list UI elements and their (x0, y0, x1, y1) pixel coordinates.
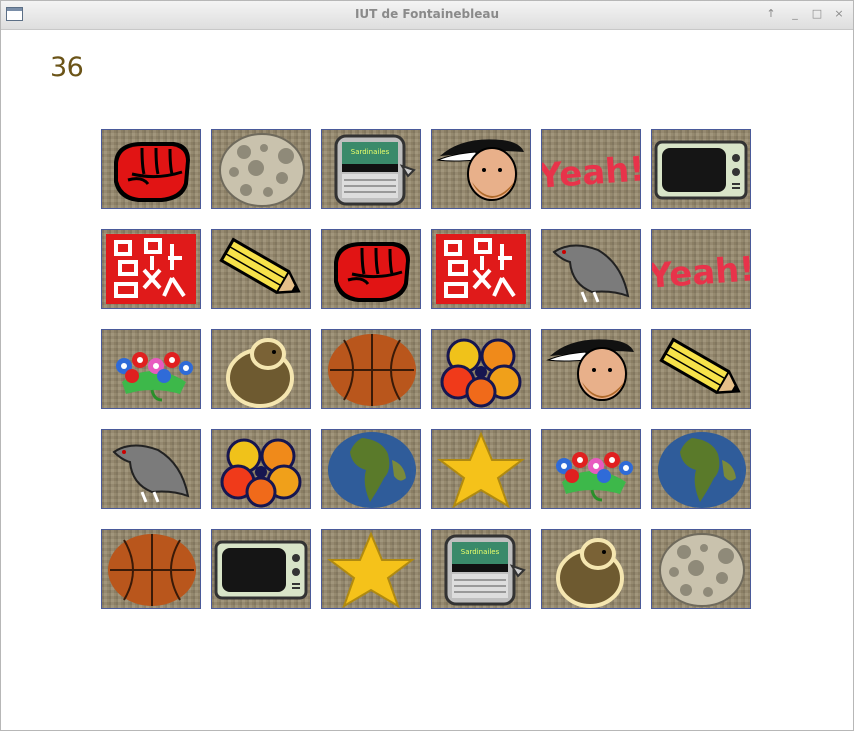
card-chinese-seal[interactable] (101, 229, 201, 309)
earth-icon (658, 432, 746, 508)
sardines-label: Sardinailes (351, 148, 390, 156)
score-counter: 36 (50, 52, 84, 83)
basketball-icon (108, 534, 196, 606)
card-pigeon[interactable] (541, 229, 641, 309)
card-basketball[interactable] (321, 329, 421, 409)
card-tv[interactable] (211, 529, 311, 609)
pencil-icon (219, 237, 301, 294)
card-tv[interactable] (651, 129, 751, 209)
basketball-icon (328, 334, 416, 406)
card-basketball[interactable] (101, 529, 201, 609)
marmot-icon (226, 338, 294, 408)
up-arrow-icon[interactable]: ↑ (763, 6, 779, 22)
flower-bunch-icon (116, 352, 193, 402)
fist-icon (334, 242, 410, 302)
yeah-label: Yeah! (652, 249, 750, 296)
chinese-seal-icon (106, 234, 196, 304)
sardines-icon: Sardinailes (444, 534, 526, 606)
card-king-henry[interactable] (541, 329, 641, 409)
card-flower[interactable] (431, 329, 531, 409)
card-flower[interactable] (211, 429, 311, 509)
sardines-label: Sardinailes (461, 548, 500, 556)
card-chinese-seal[interactable] (431, 229, 531, 309)
card-sardines[interactable]: Sardinailes (321, 129, 421, 209)
card-sardines[interactable]: Sardinailes (431, 529, 531, 609)
card-yeah[interactable]: Yeah! (651, 229, 751, 309)
pencil-icon (659, 337, 741, 394)
marmot-icon (556, 538, 624, 608)
moon-icon (219, 133, 305, 207)
sardines-icon: Sardinailes (334, 134, 416, 206)
close-icon[interactable]: × (831, 6, 847, 22)
fist-icon (114, 142, 190, 202)
earth-icon (328, 432, 416, 508)
maximize-icon[interactable]: □ (809, 6, 825, 22)
card-pencil[interactable] (651, 329, 751, 409)
card-flower-bunch[interactable] (541, 429, 641, 509)
pigeon-icon (112, 444, 190, 503)
card-moon[interactable] (211, 129, 311, 209)
card-earth[interactable] (651, 429, 751, 509)
app-window: IUT de Fontainebleau ↑ _ □ × 36 Sardinai… (0, 0, 854, 731)
yeah-icon: Yeah! (542, 149, 640, 196)
card-king-henry[interactable] (431, 129, 531, 209)
card-fist[interactable] (321, 229, 421, 309)
card-pencil[interactable] (211, 229, 311, 309)
card-fist[interactable] (101, 129, 201, 209)
flower-icon (440, 338, 522, 408)
tv-icon (214, 540, 308, 600)
card-moon[interactable] (651, 529, 751, 609)
card-flower-bunch[interactable] (101, 329, 201, 409)
yeah-icon: Yeah! (652, 249, 750, 296)
card-marmot[interactable] (541, 529, 641, 609)
king-henry-icon (436, 139, 524, 201)
star-icon (327, 531, 415, 608)
card-earth[interactable] (321, 429, 421, 509)
title-bar[interactable]: IUT de Fontainebleau ↑ _ □ × (1, 1, 853, 30)
chinese-seal-icon (436, 234, 526, 304)
card-star[interactable] (321, 529, 421, 609)
card-marmot[interactable] (211, 329, 311, 409)
flower-bunch-icon (556, 452, 633, 502)
card-pigeon[interactable] (101, 429, 201, 509)
pigeon-icon (552, 244, 630, 303)
star-icon (437, 431, 525, 508)
minimize-icon[interactable]: _ (787, 6, 803, 22)
tv-icon (654, 140, 748, 200)
yeah-label: Yeah! (542, 149, 640, 196)
window-title: IUT de Fontainebleau (354, 7, 500, 21)
flower-icon (220, 438, 302, 508)
king-henry-icon (546, 339, 634, 401)
card-star[interactable] (431, 429, 531, 509)
card-yeah[interactable]: Yeah! (541, 129, 641, 209)
moon-icon (659, 533, 745, 607)
